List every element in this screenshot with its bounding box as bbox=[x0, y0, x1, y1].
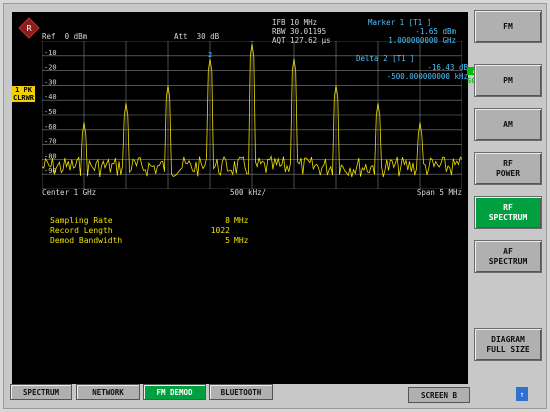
softkey-pm[interactable]: PM bbox=[474, 64, 542, 97]
freq-div: 500 kHz/ bbox=[230, 188, 267, 197]
y-tick-label: -20 bbox=[44, 64, 57, 72]
trace-mode-line1: 1 PK bbox=[15, 86, 32, 94]
info-row: Demod Bandwidth 5 MHz bbox=[50, 236, 248, 246]
info-label: Sampling Rate bbox=[50, 216, 113, 225]
demod-info: Sampling Rate 8 MHz Record Length 1022 Demod … bbox=[50, 216, 248, 246]
softkey-fm[interactable]: FM bbox=[474, 10, 542, 43]
ifb-value: IFB 10 MHz bbox=[272, 18, 318, 27]
svg-text:R: R bbox=[26, 24, 32, 33]
arrow-up-icon[interactable]: ↑ bbox=[516, 387, 528, 401]
rbw-value: RBW 30.01195 bbox=[272, 27, 327, 36]
marker-1-title: Marker 1 [T1 ] bbox=[368, 18, 432, 27]
y-tick-label: -50 bbox=[44, 108, 57, 116]
analyzer-screen: R Ref 0 dBm Att 30 dB IFB 10 MHz RBW 30.… bbox=[3, 3, 547, 409]
hotkey-spectrum[interactable]: SPECTRUM bbox=[10, 384, 72, 400]
info-value: 5 bbox=[225, 236, 230, 245]
info-unit: MHz bbox=[234, 216, 249, 225]
y-tick-label: -40 bbox=[44, 93, 57, 101]
marker-1-label[interactable]: 1 bbox=[250, 41, 254, 44]
hotkey-network[interactable]: NETWORK bbox=[76, 384, 140, 400]
info-value: 8 bbox=[225, 216, 230, 225]
softkey-rf-spectrum[interactable]: RF SPECTRUM bbox=[474, 196, 542, 229]
spectrum-graph[interactable]: -10-20-30-40-50-60-70-80-9012 bbox=[42, 41, 462, 189]
hotkey-bluetooth[interactable]: BLUETOOTH bbox=[209, 384, 273, 400]
info-unit: MHz bbox=[234, 236, 249, 245]
softkey-af-spectrum[interactable]: AF SPECTRUM bbox=[474, 240, 542, 273]
info-value: 1022 bbox=[210, 226, 230, 235]
ref-level: Ref 0 dBm bbox=[42, 32, 88, 41]
attenuation: Att 30 dB bbox=[174, 32, 220, 41]
info-row: Sampling Rate 8 MHz bbox=[50, 216, 248, 226]
hotkey-fm-demod[interactable]: FM DEMOD bbox=[143, 384, 206, 400]
trace-mode-line2: CLRWR bbox=[12, 94, 35, 102]
trace-mode-tag: 1 PK CLRWR bbox=[12, 86, 35, 102]
rohde-schwarz-logo: R bbox=[18, 17, 40, 39]
info-row: Record Length 1022 bbox=[50, 226, 248, 236]
marker-1-level: -1.65 dBm bbox=[415, 27, 456, 36]
screen-b-button[interactable]: SCREEN B bbox=[408, 387, 470, 403]
y-tick-label: -30 bbox=[44, 78, 57, 86]
marker-2-label[interactable]: 2 bbox=[208, 51, 212, 59]
info-label: Record Length bbox=[50, 226, 113, 235]
info-label: Demod Bandwidth bbox=[50, 236, 123, 245]
y-tick-label: -10 bbox=[44, 49, 57, 57]
softkey-diagram-full-size[interactable]: DIAGRAM FULL SIZE bbox=[474, 328, 542, 361]
center-freq: Center 1 GHz bbox=[42, 188, 97, 197]
softkey-rf-power[interactable]: RF POWER bbox=[474, 152, 542, 185]
softkey-am[interactable]: AM bbox=[474, 108, 542, 141]
y-tick-label: -70 bbox=[44, 138, 57, 146]
y-tick-label: -60 bbox=[44, 123, 57, 131]
span: Span 5 MHz bbox=[416, 188, 462, 197]
